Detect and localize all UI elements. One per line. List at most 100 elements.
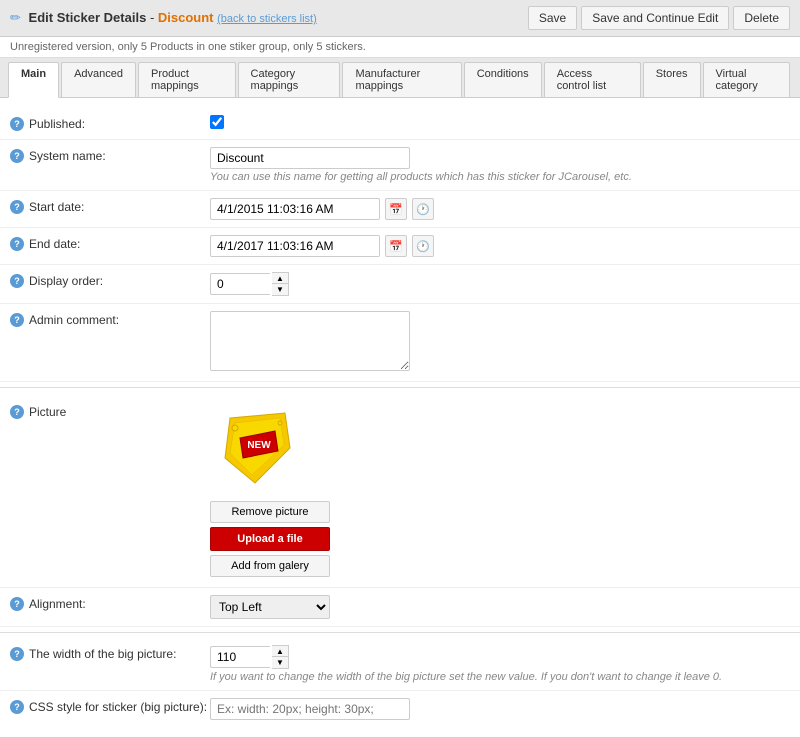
tab-access-control[interactable]: Access control list xyxy=(544,62,641,97)
sticker-svg: NEW xyxy=(210,403,300,493)
alignment-select[interactable]: Top Left Top Right Bottom Left Bottom Ri… xyxy=(210,595,330,619)
tab-main[interactable]: Main xyxy=(8,62,59,98)
end-date-time-btn[interactable]: 🕐 xyxy=(412,235,434,257)
start-date-input[interactable] xyxy=(210,198,380,220)
remove-picture-button[interactable]: Remove picture xyxy=(210,501,330,523)
published-label: ? Published: xyxy=(10,115,210,131)
system-name-hint: You can use this name for getting all pr… xyxy=(210,171,790,183)
start-date-calendar-btn[interactable]: 📅 xyxy=(385,198,407,220)
system-name-field: You can use this name for getting all pr… xyxy=(210,147,790,183)
svg-text:NEW: NEW xyxy=(247,440,271,451)
end-date-label: ? End date: xyxy=(10,235,210,251)
section-divider-2 xyxy=(0,632,800,633)
page-title: ✏ Edit Sticker Details - Discount (back … xyxy=(10,10,317,26)
tab-manufacturer-mappings[interactable]: Manufacturer mappings xyxy=(342,62,461,97)
big-picture-width-row: ? The width of the big picture: ▲ ▼ If y… xyxy=(0,638,800,691)
published-label-text: Published: xyxy=(29,117,85,131)
header-title-text: Edit Sticker Details xyxy=(29,10,147,25)
display-order-label-text: Display order: xyxy=(29,274,103,288)
css-style-help-icon[interactable]: ? xyxy=(10,700,24,714)
end-date-calendar-btn[interactable]: 📅 xyxy=(385,235,407,257)
picture-section: ? Picture NEW Remove xyxy=(0,393,800,588)
end-date-row: ? End date: 📅 🕐 xyxy=(0,228,800,265)
admin-comment-textarea[interactable] xyxy=(210,311,410,371)
header-bar: ✏ Edit Sticker Details - Discount (back … xyxy=(0,0,800,37)
back-to-list-link[interactable]: (back to stickers list) xyxy=(217,13,317,25)
admin-comment-help-icon[interactable]: ? xyxy=(10,313,24,327)
tab-product-mappings[interactable]: Product mappings xyxy=(138,62,236,97)
tab-stores[interactable]: Stores xyxy=(643,62,701,97)
start-date-time-btn[interactable]: 🕐 xyxy=(412,198,434,220)
warning-bar: Unregistered version, only 5 Products in… xyxy=(0,37,800,58)
published-checkbox[interactable] xyxy=(210,115,224,129)
start-date-label-text: Start date: xyxy=(29,200,84,214)
add-from-gallery-button[interactable]: Add from galery xyxy=(210,555,330,577)
save-continue-button[interactable]: Save and Continue Edit xyxy=(581,6,729,30)
css-style-field xyxy=(210,698,790,720)
system-name-help-icon[interactable]: ? xyxy=(10,149,24,163)
big-picture-width-label-text: The width of the big picture: xyxy=(29,647,176,661)
system-name-label: ? System name: xyxy=(10,147,210,163)
display-order-row: ? Display order: ▲ ▼ xyxy=(0,265,800,304)
tabs-bar: Main Advanced Product mappings Category … xyxy=(0,58,800,98)
display-order-input[interactable] xyxy=(210,273,270,295)
end-date-label-text: End date: xyxy=(29,237,80,251)
start-date-row: ? Start date: 📅 🕐 xyxy=(0,191,800,228)
published-help-icon[interactable]: ? xyxy=(10,117,24,131)
display-order-field: ▲ ▼ xyxy=(210,272,790,296)
admin-comment-row: ? Admin comment: xyxy=(0,304,800,382)
width-spinner: ▲ ▼ xyxy=(210,645,790,669)
start-date-row-inner: 📅 🕐 xyxy=(210,198,790,220)
system-name-row: ? System name: You can use this name for… xyxy=(0,140,800,191)
display-order-spinner: ▲ ▼ xyxy=(210,272,790,296)
alignment-field: Top Left Top Right Bottom Left Bottom Ri… xyxy=(210,595,790,619)
tab-conditions[interactable]: Conditions xyxy=(464,62,542,97)
alignment-row: ? Alignment: Top Left Top Right Bottom L… xyxy=(0,588,800,627)
end-date-help-icon[interactable]: ? xyxy=(10,237,24,251)
alignment-label: ? Alignment: xyxy=(10,595,210,611)
save-button[interactable]: Save xyxy=(528,6,577,30)
display-order-up-arrow[interactable]: ▲ xyxy=(272,273,288,284)
big-picture-width-field: ▲ ▼ If you want to change the width of t… xyxy=(210,645,790,683)
big-picture-width-help-icon[interactable]: ? xyxy=(10,647,24,661)
big-picture-width-hint: If you want to change the width of the b… xyxy=(210,671,790,683)
admin-comment-field xyxy=(210,311,790,374)
picture-label-text: Picture xyxy=(29,405,66,419)
end-date-row-inner: 📅 🕐 xyxy=(210,235,790,257)
big-picture-width-down-arrow[interactable]: ▼ xyxy=(272,657,288,668)
css-style-row: ? CSS style for sticker (big picture): xyxy=(0,691,800,727)
alignment-label-text: Alignment: xyxy=(29,597,86,611)
system-name-input[interactable] xyxy=(210,147,410,169)
display-order-help-icon[interactable]: ? xyxy=(10,274,24,288)
alignment-help-icon[interactable]: ? xyxy=(10,597,24,611)
big-picture-width-label: ? The width of the big picture: xyxy=(10,645,210,661)
big-picture-width-up-arrow[interactable]: ▲ xyxy=(272,646,288,657)
main-content: ? Published: ? System name: You can use … xyxy=(0,98,800,737)
system-name-label-text: System name: xyxy=(29,149,106,163)
tab-category-mappings[interactable]: Category mappings xyxy=(238,62,341,97)
picture-controls: NEW Remove picture Upload a file Add fro… xyxy=(210,403,790,577)
delete-button[interactable]: Delete xyxy=(733,6,790,30)
upload-file-button[interactable]: Upload a file xyxy=(210,527,330,551)
display-order-down-arrow[interactable]: ▼ xyxy=(272,284,288,295)
admin-comment-label: ? Admin comment: xyxy=(10,311,210,327)
css-style-input[interactable] xyxy=(210,698,410,720)
warning-text: Unregistered version, only 5 Products in… xyxy=(10,41,366,53)
picture-help-icon[interactable]: ? xyxy=(10,405,24,419)
tab-virtual-category[interactable]: Virtual category xyxy=(703,62,791,97)
picture-buttons: Remove picture Upload a file Add from ga… xyxy=(210,501,330,577)
end-date-input[interactable] xyxy=(210,235,380,257)
css-style-label: ? CSS style for sticker (big picture): xyxy=(10,698,210,714)
start-date-help-icon[interactable]: ? xyxy=(10,200,24,214)
big-picture-width-arrows: ▲ ▼ xyxy=(272,645,289,669)
display-order-label: ? Display order: xyxy=(10,272,210,288)
header-buttons: Save Save and Continue Edit Delete xyxy=(528,6,790,30)
picture-preview: NEW xyxy=(210,403,300,493)
big-picture-width-input[interactable] xyxy=(210,646,270,668)
tab-advanced[interactable]: Advanced xyxy=(61,62,136,97)
section-divider-1 xyxy=(0,387,800,388)
picture-label: ? Picture xyxy=(10,403,210,419)
end-date-field: 📅 🕐 xyxy=(210,235,790,257)
start-date-field: 📅 🕐 xyxy=(210,198,790,220)
header-subtitle: Discount xyxy=(158,10,214,25)
